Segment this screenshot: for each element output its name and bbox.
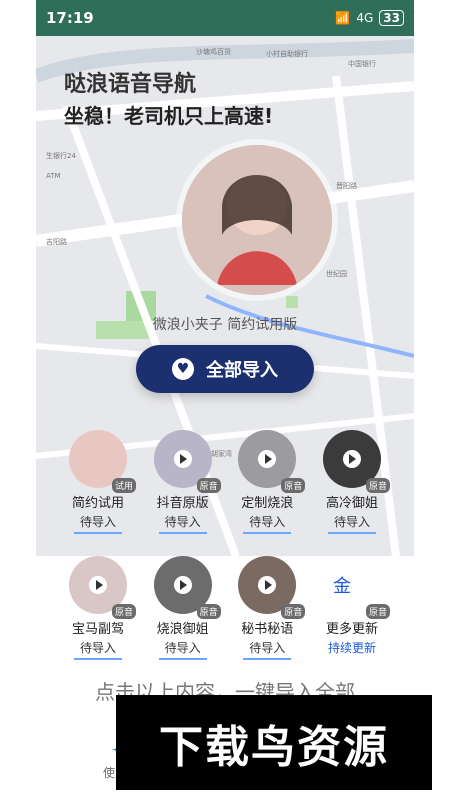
voice-status-6: 待导入 <box>158 639 207 660</box>
battery-icon: 33 <box>379 10 404 26</box>
voice-status-5: 待导入 <box>73 639 122 660</box>
play-icon[interactable] <box>173 450 192 468</box>
trial-tag: 试用 <box>111 478 136 493</box>
voice-item-4[interactable]: 原音 高冷御姐 待导入 <box>314 430 390 534</box>
original-tag: 原音 <box>281 478 306 493</box>
voice-name-7: 秘书秘语 <box>241 622 294 637</box>
voice-name-3: 定制烧浪 <box>241 496 294 511</box>
voice-item-3[interactable]: 原音 定制烧浪 待导入 <box>229 430 306 534</box>
map-label-4: 生银行24 <box>46 151 76 160</box>
map-label-7: 晋阳路 <box>336 181 357 190</box>
voice-item-7[interactable]: 原音 秘书秘语 待导入 <box>229 556 306 660</box>
status-bar: 17:19 📶 4G 33 <box>36 0 414 36</box>
voice-name-5: 宝马副驾 <box>71 622 124 637</box>
voice-pack-grid: 试用 简约试用 待导入 原音 抖音原版 待导入 原音 定制烧浪 待导入 原音 高… <box>60 430 390 682</box>
signal-label: 4G <box>356 11 374 25</box>
map-label-1: 沙塘鸡百货 <box>196 47 231 56</box>
voice-name-4: 高冷御姐 <box>325 496 378 511</box>
original-tag: 原音 <box>196 478 221 493</box>
voice-status-4: 待导入 <box>327 513 376 534</box>
voice-status-7: 待导入 <box>243 639 292 660</box>
import-all-label: 全部导入 <box>206 360 278 381</box>
voice-item-5[interactable]: 原音 宝马副驾 待导入 <box>60 556 136 660</box>
map-label-2: 小村自助银行 <box>266 49 308 58</box>
original-tag: 原音 <box>196 604 221 619</box>
map-label-8: 世纪园 <box>326 269 347 278</box>
voice-name-1: 简约试用 <box>71 496 124 511</box>
voice-item-1[interactable]: 试用 简约试用 待导入 <box>60 430 136 534</box>
play-icon[interactable] <box>89 576 107 594</box>
heart-icon: ♥ <box>172 358 194 380</box>
map-label-3: 中国银行 <box>348 59 376 68</box>
feature-caption: 微浪小夹子 简约试用版 <box>152 317 298 333</box>
play-icon[interactable] <box>342 450 361 468</box>
map-label-6: 吉阳路 <box>46 237 67 246</box>
play-icon[interactable] <box>258 450 277 468</box>
voice-item-2[interactable]: 原音 抖音原版 待导入 <box>145 430 221 534</box>
voice-status-1: 待导入 <box>73 513 122 534</box>
original-tag: 原音 <box>365 478 390 493</box>
calligraphy-mark: 金 <box>333 576 351 597</box>
voice-status-8: 持续更新 <box>327 641 376 655</box>
voice-name-6: 烧浪御姐 <box>156 622 209 637</box>
voice-item-8[interactable]: 金 原音 更多更新 持续更新 <box>314 556 390 660</box>
status-time: 17:19 <box>46 9 94 27</box>
grid-row-1: 试用 简约试用 待导入 原音 抖音原版 待导入 原音 定制烧浪 待导入 原音 高… <box>60 430 390 534</box>
left-gutter <box>0 0 36 800</box>
voice-status-2: 待导入 <box>158 513 207 534</box>
page-subtitle: 坐稳！老司机只上高速! <box>64 104 274 128</box>
status-icons: 📶 4G 33 <box>335 10 404 26</box>
original-tag: 原音 <box>111 604 136 619</box>
voice-name-2: 抖音原版 <box>156 496 209 511</box>
watermark-banner: 下载鸟资源 <box>116 695 432 790</box>
original-tag: 原音 <box>281 604 306 619</box>
voice-item-6[interactable]: 原音 烧浪御姐 待导入 <box>145 556 221 660</box>
voice-name-8: 更多更新 <box>325 622 378 637</box>
import-all-button[interactable]: ♥ 全部导入 <box>136 345 314 393</box>
page-title: 哒浪语音导航 <box>64 72 197 97</box>
wifi-icon: 📶 <box>335 11 351 25</box>
play-icon[interactable] <box>258 576 277 594</box>
map-label-5: ATM <box>46 172 61 180</box>
original-tag: 原音 <box>365 604 390 619</box>
map-park-3 <box>286 296 298 308</box>
right-gutter <box>414 0 450 800</box>
grid-row-2: 原音 宝马副驾 待导入 原音 烧浪御姐 待导入 原音 秘书秘语 待导入 金 原音… <box>60 556 390 660</box>
avatar-illustration <box>182 145 332 295</box>
voice-status-3: 待导入 <box>243 513 292 534</box>
feature-avatar[interactable] <box>182 145 332 295</box>
play-icon[interactable] <box>173 576 192 594</box>
app-screen: 17:19 📶 4G 33 沙塘鸡百货 小村自助银行 中国银行 生银行24 AT… <box>36 0 414 800</box>
